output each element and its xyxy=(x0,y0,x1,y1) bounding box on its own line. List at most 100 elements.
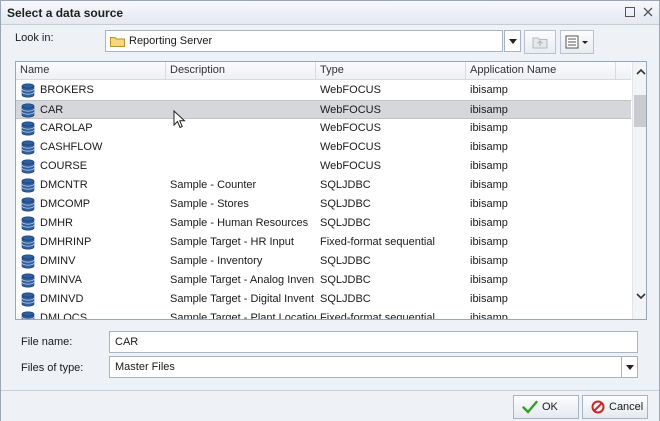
table-row[interactable]: BROKERS WebFOCUS ibisamp xyxy=(16,81,631,100)
table-row[interactable]: DMINVD Sample Target - Digital Invent SQ… xyxy=(16,290,631,309)
row-type: WebFOCUS xyxy=(320,160,381,172)
table-row[interactable]: CAROLAP WebFOCUS ibisamp xyxy=(16,119,631,138)
row-application-name: ibisamp xyxy=(470,122,508,134)
data-source-list[interactable]: Name Description Type Application Name B… xyxy=(15,61,647,320)
table-icon xyxy=(21,254,35,269)
row-description: Sample - Counter xyxy=(170,179,257,191)
row-type: SQLJDBC xyxy=(320,293,371,305)
row-application-name: ibisamp xyxy=(470,217,508,229)
scroll-up-button[interactable] xyxy=(633,63,646,79)
row-description: Sample Target - Plant Location xyxy=(170,312,316,320)
row-name: DMINV xyxy=(40,255,76,267)
table-icon xyxy=(21,273,35,288)
files-of-type-select[interactable]: Master Files xyxy=(109,356,622,378)
close-button[interactable] xyxy=(641,5,655,19)
look-in-dropdown-button[interactable] xyxy=(504,30,521,52)
table-row[interactable]: DMINV Sample - Inventory SQLJDBC ibisamp xyxy=(16,252,631,271)
row-name: DMLOCS xyxy=(40,312,88,320)
table-icon xyxy=(21,197,35,212)
row-application-name: ibisamp xyxy=(470,293,508,305)
details-view-icon xyxy=(565,35,588,49)
files-of-type-value: Master Files xyxy=(115,361,175,373)
chevron-down-icon xyxy=(635,292,646,299)
cancel-icon xyxy=(591,400,605,414)
row-type: WebFOCUS xyxy=(320,122,381,134)
files-of-type-dropdown-button[interactable] xyxy=(621,356,638,378)
row-name: DMINVA xyxy=(40,274,82,286)
row-description: Sample Target - Analog Inven xyxy=(170,274,315,286)
row-application-name: ibisamp xyxy=(470,236,508,248)
row-application-name: ibisamp xyxy=(470,198,508,210)
row-type: Fixed-format sequential xyxy=(320,312,435,320)
row-type: SQLJDBC xyxy=(320,274,371,286)
row-application-name: ibisamp xyxy=(470,84,508,96)
row-type: WebFOCUS xyxy=(320,141,381,153)
table-row[interactable]: DMCOMP Sample - Stores SQLJDBC ibisamp xyxy=(16,195,631,214)
table-row[interactable]: DMHRINP Sample Target - HR Input Fixed-f… xyxy=(16,233,631,252)
row-name: COURSE xyxy=(40,160,88,172)
row-name: DMCOMP xyxy=(40,198,91,210)
table-row[interactable]: DMLOCS Sample Target - Plant Location Fi… xyxy=(16,309,631,320)
column-header-name[interactable]: Name xyxy=(16,62,166,80)
mouse-cursor-icon xyxy=(173,110,186,129)
file-name-input[interactable]: CAR xyxy=(109,331,638,353)
row-type: SQLJDBC xyxy=(320,255,371,267)
up-folder-button[interactable] xyxy=(524,30,556,54)
column-header-description[interactable]: Description xyxy=(166,62,316,80)
row-application-name: ibisamp xyxy=(470,160,508,172)
files-of-type-label: Files of type: xyxy=(21,362,84,374)
table-icon xyxy=(21,83,35,98)
cancel-button[interactable]: Cancel xyxy=(582,395,648,419)
table-row[interactable]: DMINVA Sample Target - Analog Inven SQLJ… xyxy=(16,271,631,290)
row-application-name: ibisamp xyxy=(470,312,508,320)
table-icon xyxy=(21,235,35,250)
vertical-scrollbar[interactable] xyxy=(632,62,646,319)
row-application-name: ibisamp xyxy=(470,141,508,153)
row-name: BROKERS xyxy=(40,84,94,96)
column-header-application-name[interactable]: Application Name xyxy=(466,62,616,80)
dialog-title: Select a data source xyxy=(7,6,124,20)
row-name: CASHFLOW xyxy=(40,141,103,153)
row-name: DMHRINP xyxy=(40,236,92,248)
scrollbar-thumb[interactable] xyxy=(634,95,646,127)
file-name-label: File name: xyxy=(21,336,73,348)
file-name-value: CAR xyxy=(115,336,139,348)
scroll-down-button[interactable] xyxy=(633,288,646,304)
row-type: WebFOCUS xyxy=(320,104,381,116)
table-row[interactable]: CASHFLOW WebFOCUS ibisamp xyxy=(16,138,631,157)
row-application-name: ibisamp xyxy=(470,179,508,191)
table-row[interactable]: DMHR Sample - Human Resources SQLJDBC ib… xyxy=(16,214,631,233)
table-icon xyxy=(21,121,35,136)
row-description: Sample - Human Resources xyxy=(170,217,309,229)
maximize-button[interactable] xyxy=(623,5,637,19)
cancel-button-label: Cancel xyxy=(609,401,644,413)
ok-button[interactable]: OK xyxy=(513,395,579,419)
table-icon xyxy=(21,140,35,155)
table-icon xyxy=(21,311,35,319)
table-icon xyxy=(21,159,35,174)
row-name: DMCNTR xyxy=(40,179,88,191)
row-description: Sample Target - Digital Invent xyxy=(170,293,315,305)
table-row[interactable]: COURSE WebFOCUS ibisamp xyxy=(16,157,631,176)
table-row-selected[interactable]: CAR WebFOCUS ibisamp xyxy=(16,100,631,119)
view-options-button[interactable] xyxy=(560,30,594,54)
maximize-icon xyxy=(625,7,635,17)
chevron-down-icon xyxy=(625,364,634,370)
table-row[interactable]: DMCNTR Sample - Counter SQLJDBC ibisamp xyxy=(16,176,631,195)
row-application-name: ibisamp xyxy=(470,255,508,267)
checkmark-icon xyxy=(522,400,538,414)
look-in-combo[interactable]: Reporting Server xyxy=(105,30,503,52)
row-name: CAROLAP xyxy=(40,122,93,134)
row-application-name: ibisamp xyxy=(470,274,508,286)
table-icon xyxy=(21,292,35,307)
table-icon xyxy=(21,178,35,193)
row-name: DMHR xyxy=(40,217,73,229)
row-type: WebFOCUS xyxy=(320,84,381,96)
select-data-source-dialog: Select a data source Look in: Reporting … xyxy=(0,0,660,421)
close-icon xyxy=(643,7,653,17)
table-icon xyxy=(21,216,35,231)
column-header-type[interactable]: Type xyxy=(316,62,466,80)
ok-button-label: OK xyxy=(542,401,558,413)
row-description: Sample - Stores xyxy=(170,198,249,210)
title-bar[interactable]: Select a data source xyxy=(1,1,659,25)
